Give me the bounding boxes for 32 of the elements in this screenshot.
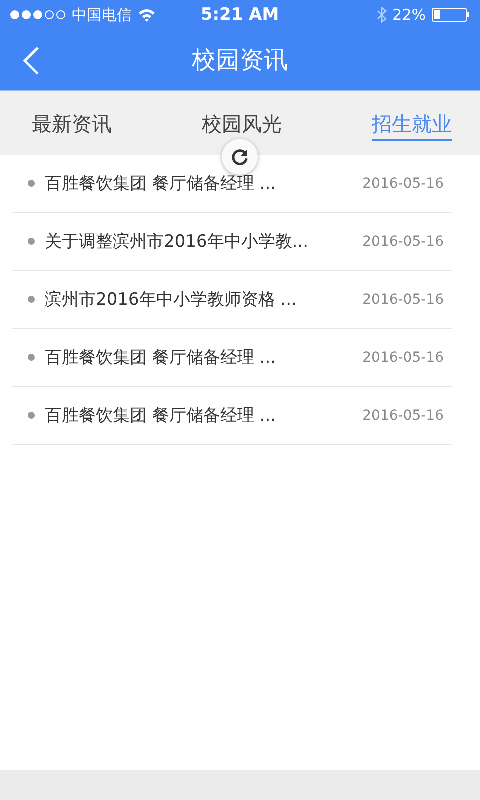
back-icon xyxy=(22,46,40,76)
bullet-icon xyxy=(28,238,35,245)
news-item[interactable]: 百胜餐饮集团 餐厅储备经理 ... 2016-05-16 xyxy=(12,155,452,213)
news-date: 2016-05-16 xyxy=(362,234,444,250)
news-title: 关于调整滨州市2016年中小学教... xyxy=(45,231,310,253)
signal-icon xyxy=(10,10,66,20)
news-title: 滨州市2016年中小学教师资格 ... xyxy=(45,289,298,311)
news-item[interactable]: 百胜餐饮集团 餐厅储备经理 ... 2016-05-16 xyxy=(12,387,452,445)
news-date: 2016-05-16 xyxy=(362,176,444,192)
news-title: 百胜餐饮集团 餐厅储备经理 ... xyxy=(45,173,278,195)
bullet-icon xyxy=(28,412,35,419)
bullet-icon xyxy=(28,296,35,303)
news-item[interactable]: 滨州市2016年中小学教师资格 ... 2016-05-16 xyxy=(12,271,452,329)
refresh-icon xyxy=(230,147,250,167)
battery-icon xyxy=(432,8,470,22)
news-item[interactable]: 关于调整滨州市2016年中小学教... 2016-05-16 xyxy=(12,213,452,271)
bluetooth-icon xyxy=(376,7,387,23)
tab[interactable]: 校园风光 xyxy=(202,114,282,140)
bullet-icon xyxy=(28,354,35,361)
news-title: 百胜餐饮集团 餐厅储备经理 ... xyxy=(45,405,278,427)
clock-time: 5:21 AM xyxy=(200,5,280,25)
battery-percent: 22% xyxy=(392,6,426,24)
tab[interactable]: 最新资讯 xyxy=(32,114,112,140)
page-title: 校园资讯 xyxy=(192,45,288,76)
news-date: 2016-05-16 xyxy=(362,350,444,366)
carrier-name: 中国电信 xyxy=(72,6,132,24)
news-item[interactable]: 百胜餐饮集团 餐厅储备经理 ... 2016-05-16 xyxy=(12,329,452,387)
bullet-icon xyxy=(28,180,35,187)
wifi-icon xyxy=(138,8,156,22)
news-title: 百胜餐饮集团 餐厅储备经理 ... xyxy=(45,347,278,369)
news-date: 2016-05-16 xyxy=(362,292,444,308)
news-date: 2016-05-16 xyxy=(362,408,444,424)
